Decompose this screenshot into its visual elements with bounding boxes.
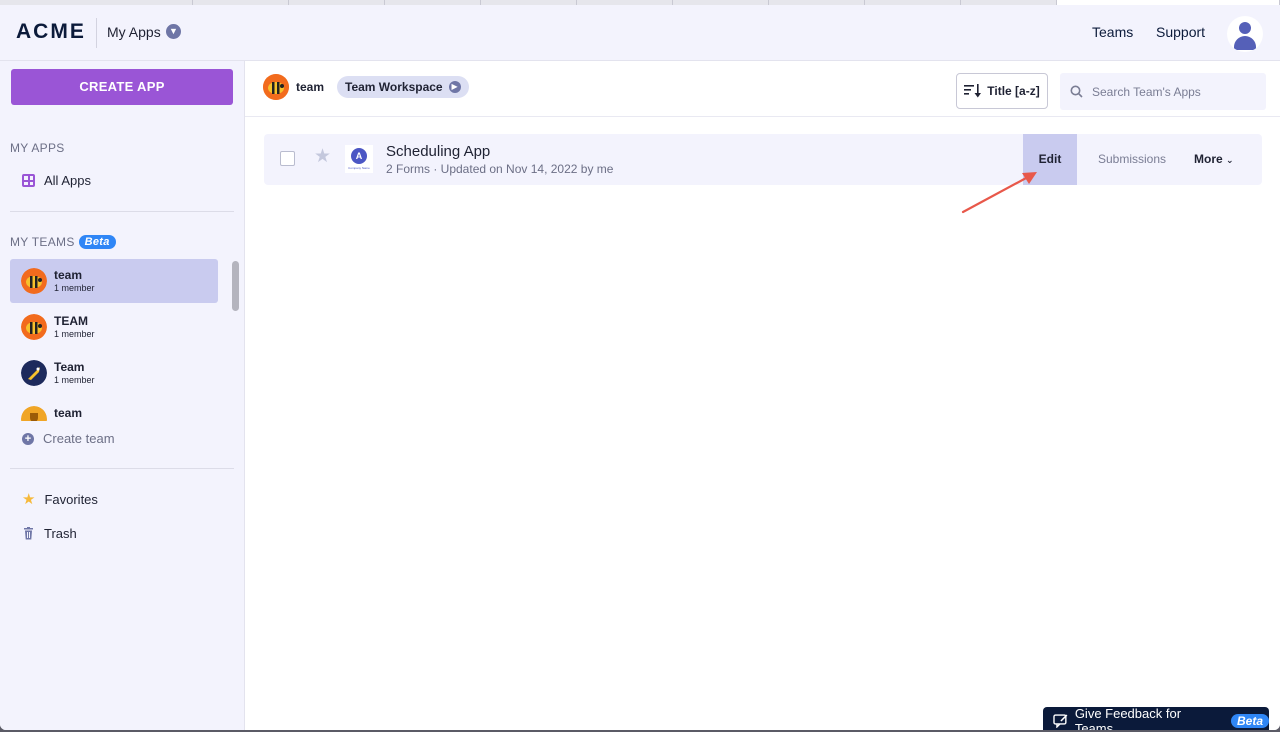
divider — [10, 468, 234, 469]
my-teams-text: MY TEAMS — [10, 235, 75, 249]
section-title[interactable]: My Apps — [107, 24, 161, 40]
sidebar-item-team[interactable]: team 1 member — [10, 259, 218, 303]
my-apps-label: MY APPS — [10, 141, 65, 155]
main-content: team Team Workspace ▶ Title [a-z] Search… — [245, 61, 1280, 730]
sidebar-item-team[interactable]: TEAM 1 member — [10, 305, 218, 349]
sidebar-item-favorites[interactable]: ★ Favorites — [22, 492, 98, 507]
bee-avatar-icon — [21, 314, 47, 340]
grid-icon — [22, 174, 35, 187]
feedback-label: Give Feedback for Teams — [1074, 706, 1182, 730]
beta-badge: Beta — [1230, 714, 1269, 728]
team-name: team — [54, 268, 83, 282]
trash-label: Trash — [44, 526, 77, 541]
team-name: Team — [54, 360, 85, 374]
plus-circle-icon: + — [22, 432, 34, 445]
sidebar: CREATE APP MY APPS All Apps MY TEAMS Beta… — [0, 61, 245, 730]
user-avatar-icon[interactable] — [1227, 16, 1263, 52]
teams-scrollbar[interactable] — [229, 259, 243, 421]
sidebar-item-trash[interactable]: Trash — [22, 526, 77, 541]
all-apps-label: All Apps — [44, 173, 91, 188]
trash-icon — [24, 527, 33, 540]
team-members: 1 member — [54, 329, 95, 339]
team-members: 1 member — [54, 283, 95, 293]
chevron-down-icon[interactable]: ▼ — [166, 24, 181, 39]
team-name: TEAM — [54, 314, 88, 328]
team-members: 1 member — [54, 375, 95, 385]
feedback-icon — [1053, 714, 1068, 728]
logo-divider — [96, 18, 97, 48]
team-name: team — [54, 406, 83, 420]
beta-badge: Beta — [78, 235, 116, 249]
trophy-avatar-icon — [21, 406, 47, 421]
annotation-arrow-icon — [961, 172, 1037, 214]
star-icon: ★ — [22, 491, 36, 508]
create-app-button[interactable]: CREATE APP — [11, 69, 233, 105]
rocket-avatar-icon — [21, 360, 47, 386]
nav-teams-link[interactable]: Teams — [1092, 24, 1133, 40]
sidebar-item-all-apps[interactable]: All Apps — [22, 173, 91, 188]
give-feedback-button[interactable]: Give Feedback for Teams Beta — [1043, 706, 1269, 730]
app-window: ACME My Apps ▼ Teams Support CREATE APP … — [0, 5, 1280, 730]
create-team-button[interactable]: + Create team — [22, 431, 115, 446]
top-bar: ACME My Apps ▼ Teams Support — [0, 5, 1280, 61]
sidebar-item-team[interactable]: team — [10, 397, 218, 421]
scrollbar-thumb[interactable] — [232, 261, 239, 311]
nav-support-link[interactable]: Support — [1156, 24, 1205, 40]
favorites-label: Favorites — [44, 492, 98, 507]
teams-list: team 1 member TEAM 1 member Team 1 membe… — [10, 259, 228, 421]
create-team-label: Create team — [43, 431, 115, 446]
my-teams-label: MY TEAMS Beta — [10, 235, 116, 249]
bee-avatar-icon — [21, 268, 47, 294]
divider — [10, 211, 234, 212]
avatar-body — [1234, 36, 1256, 50]
acme-logo[interactable]: ACME — [16, 20, 86, 44]
sidebar-item-team[interactable]: Team 1 member — [10, 351, 218, 395]
avatar-head — [1239, 22, 1251, 34]
